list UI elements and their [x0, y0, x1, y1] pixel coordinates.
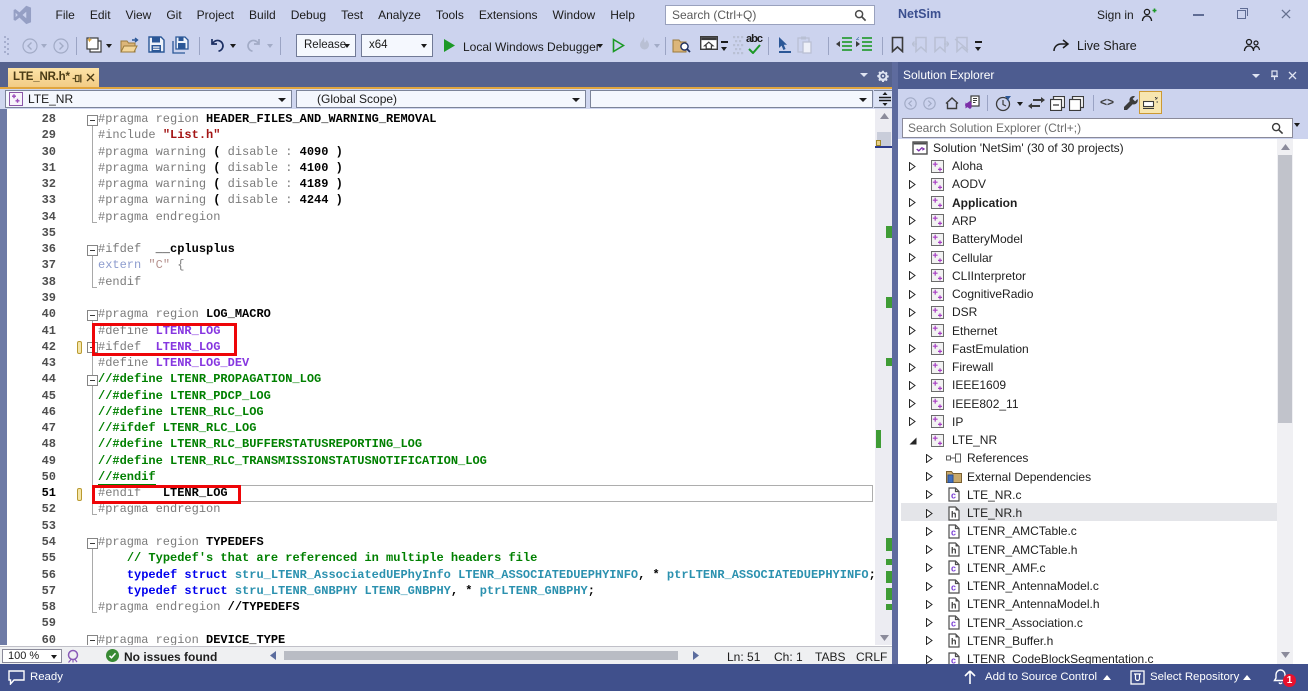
svg-text:h: h: [951, 546, 957, 556]
svg-text:h: h: [951, 509, 957, 519]
svg-text:c: c: [951, 655, 956, 664]
svg-text:c: c: [951, 491, 956, 501]
svg-text:c: c: [951, 582, 956, 592]
svg-text:c: c: [951, 619, 956, 629]
svg-text:2: 2: [856, 37, 860, 42]
svg-text:h: h: [951, 600, 957, 610]
svg-text:h: h: [951, 637, 957, 647]
svg-text:c: c: [951, 527, 956, 537]
svg-text:c: c: [951, 564, 956, 574]
